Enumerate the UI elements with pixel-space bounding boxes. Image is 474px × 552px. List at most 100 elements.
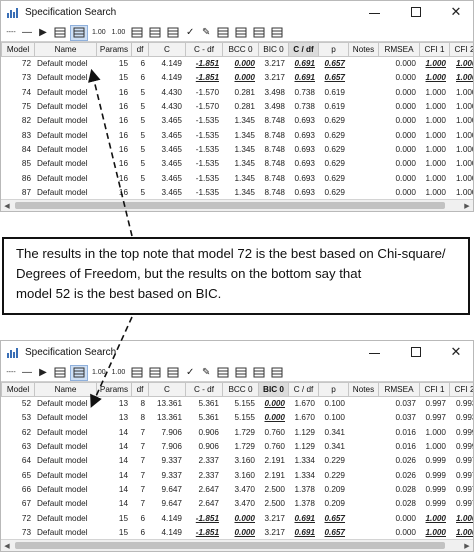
column-header[interactable]: df: [131, 382, 149, 397]
copy-button[interactable]: [251, 25, 267, 41]
options-button[interactable]: [147, 25, 163, 41]
column-header[interactable]: BCC 0: [222, 382, 259, 397]
scroll-right-icon[interactable]: ▶: [461, 540, 473, 551]
show-best-button[interactable]: 1.00: [110, 25, 128, 41]
table-row[interactable]: 85 Default model 16 5 3.465 -1.535 1.345 8.748 0…: [2, 157, 473, 171]
show-1-button[interactable]: 1.00: [90, 25, 108, 41]
play-button[interactable]: ▶: [36, 25, 50, 41]
table-row[interactable]: 52 Default model 13 8 13.361 5.361 5.155 0.000 1…: [2, 397, 473, 411]
minimize-button[interactable]: [363, 3, 385, 21]
options-button[interactable]: [147, 365, 163, 381]
table-view-button[interactable]: [70, 364, 88, 381]
table-cell: 52: [21, 399, 31, 409]
column-header[interactable]: p: [318, 382, 349, 397]
column-header[interactable]: CFI 1: [419, 42, 450, 57]
column-header[interactable]: C: [148, 42, 186, 57]
scrollbar-thumb[interactable]: [15, 542, 445, 549]
play-button[interactable]: ▶: [36, 365, 50, 381]
scroll-left-icon[interactable]: ◀: [1, 200, 13, 211]
scrollbar-thumb[interactable]: [15, 202, 445, 209]
maximize-button[interactable]: [405, 343, 427, 361]
table-row[interactable]: 62 Default model 14 7 7.906 0.906 1.729 0.760 1.…: [2, 425, 473, 439]
table-cell: 0.000: [264, 399, 286, 409]
table-view-button[interactable]: [70, 24, 88, 41]
highlight-button[interactable]: [165, 25, 181, 41]
column-header[interactable]: Name: [34, 382, 97, 397]
horizontal-scrollbar[interactable]: ◀ ▶: [1, 199, 473, 211]
column-header[interactable]: Name: [34, 42, 97, 57]
column-header[interactable]: BIC 0: [258, 42, 289, 57]
show-best-button[interactable]: 1.00: [110, 365, 128, 381]
copy-button[interactable]: [251, 365, 267, 381]
table-row[interactable]: 82 Default model 16 5 3.465 -1.535 1.345 8.748 0…: [2, 114, 473, 128]
checkmark-button[interactable]: ✓: [183, 365, 197, 381]
edit-button[interactable]: ✎: [199, 365, 213, 381]
table-cell: 64: [21, 456, 31, 466]
chart-button[interactable]: [215, 365, 231, 381]
column-header[interactable]: RMSEA: [378, 382, 420, 397]
scroll-left-icon[interactable]: ◀: [1, 540, 13, 551]
chart-button[interactable]: [215, 25, 231, 41]
table-row[interactable]: 64 Default model 14 7 9.337 2.337 3.160 2.191 1.…: [2, 454, 473, 468]
table-row[interactable]: 74 Default model 16 5 4.430 -1.570 0.281 3.498 0…: [2, 85, 473, 99]
table-row[interactable]: 86 Default model 16 5 3.465 -1.535 1.345 8.748 0…: [2, 171, 473, 185]
column-header[interactable]: BIC 0: [258, 382, 289, 397]
column-header[interactable]: Notes: [348, 42, 379, 57]
table-cell: 0.999: [425, 484, 447, 494]
table-row[interactable]: 63 Default model 14 7 7.906 0.906 1.729 0.760 1.…: [2, 439, 473, 453]
dash-button[interactable]: ----: [4, 25, 18, 41]
table-row[interactable]: 72 Default model 15 6 4.149 -1.851 0.000 3.217 0…: [2, 511, 473, 525]
column-header[interactable]: df: [131, 42, 149, 57]
column-header[interactable]: p: [318, 42, 349, 57]
table-row[interactable]: 67 Default model 14 7 9.647 2.647 3.470 2.500 1.…: [2, 497, 473, 511]
table-row[interactable]: 73 Default model 15 6 4.149 -1.851 0.000 3.217 0…: [2, 71, 473, 85]
minimize-button[interactable]: [363, 343, 385, 361]
table-row[interactable]: 66 Default model 14 7 9.647 2.647 3.470 2.500 1.…: [2, 482, 473, 496]
help-book-button[interactable]: [269, 365, 285, 381]
column-header[interactable]: BCC 0: [222, 42, 259, 57]
column-header[interactable]: CFI 2: [449, 42, 473, 57]
table-row[interactable]: 83 Default model 16 5 3.465 -1.535 1.345 8.748 0…: [2, 128, 473, 142]
column-header[interactable]: Notes: [348, 382, 379, 397]
column-header[interactable]: C / df: [288, 382, 319, 397]
table-row[interactable]: 75 Default model 16 5 4.430 -1.570 0.281 3.498 0…: [2, 99, 473, 113]
column-header[interactable]: C - df: [185, 42, 223, 57]
table-row[interactable]: 84 Default model 16 5 3.465 -1.535 1.345 8.748 0…: [2, 142, 473, 156]
table-row[interactable]: 87 Default model 16 5 3.465 -1.535 1.345 8.748 0…: [2, 185, 473, 199]
minus-button[interactable]: —: [20, 365, 34, 381]
dash-button[interactable]: ----: [4, 365, 18, 381]
close-button[interactable]: ✕: [445, 3, 467, 21]
minus-button[interactable]: —: [20, 25, 34, 41]
maximize-button[interactable]: [405, 3, 427, 21]
column-header[interactable]: Params: [96, 42, 132, 57]
column-header[interactable]: RMSEA: [378, 42, 420, 57]
highlight-button[interactable]: [165, 365, 181, 381]
table-row[interactable]: 53 Default model 13 8 13.361 5.361 5.155 0.000 1…: [2, 411, 473, 425]
column-header[interactable]: C - df: [185, 382, 223, 397]
record-button[interactable]: [233, 365, 249, 381]
list-view-button[interactable]: [52, 25, 68, 41]
column-header[interactable]: CFI 2: [449, 382, 473, 397]
table-row[interactable]: 73 Default model 15 6 4.149 -1.851 0.000 3.217 0…: [2, 525, 473, 539]
title-bar[interactable]: Specification Search ✕: [1, 341, 473, 364]
horizontal-scrollbar[interactable]: ◀ ▶: [1, 539, 473, 551]
column-header[interactable]: Model: [1, 382, 35, 397]
show-1-button[interactable]: 1.00: [90, 365, 108, 381]
checkmark-button[interactable]: ✓: [183, 25, 197, 41]
column-header[interactable]: Params: [96, 382, 132, 397]
filter-button[interactable]: [129, 25, 145, 41]
scroll-right-icon[interactable]: ▶: [461, 200, 473, 211]
column-header[interactable]: C: [148, 382, 186, 397]
list-view-button[interactable]: [52, 365, 68, 381]
help-book-button[interactable]: [269, 25, 285, 41]
close-button[interactable]: ✕: [445, 343, 467, 361]
record-button[interactable]: [233, 25, 249, 41]
edit-button[interactable]: ✎: [199, 25, 213, 41]
column-header[interactable]: C / df: [288, 42, 319, 57]
column-header[interactable]: Model: [1, 42, 35, 57]
column-header[interactable]: CFI 1: [419, 382, 450, 397]
table-row[interactable]: 65 Default model 14 7 9.337 2.337 3.160 2.191 1.…: [2, 468, 473, 482]
table-row[interactable]: 72 Default model 15 6 4.149 -1.851 0.000 3.217 0…: [2, 57, 473, 71]
filter-button[interactable]: [129, 365, 145, 381]
title-bar[interactable]: Specification Search ✕: [1, 1, 473, 24]
